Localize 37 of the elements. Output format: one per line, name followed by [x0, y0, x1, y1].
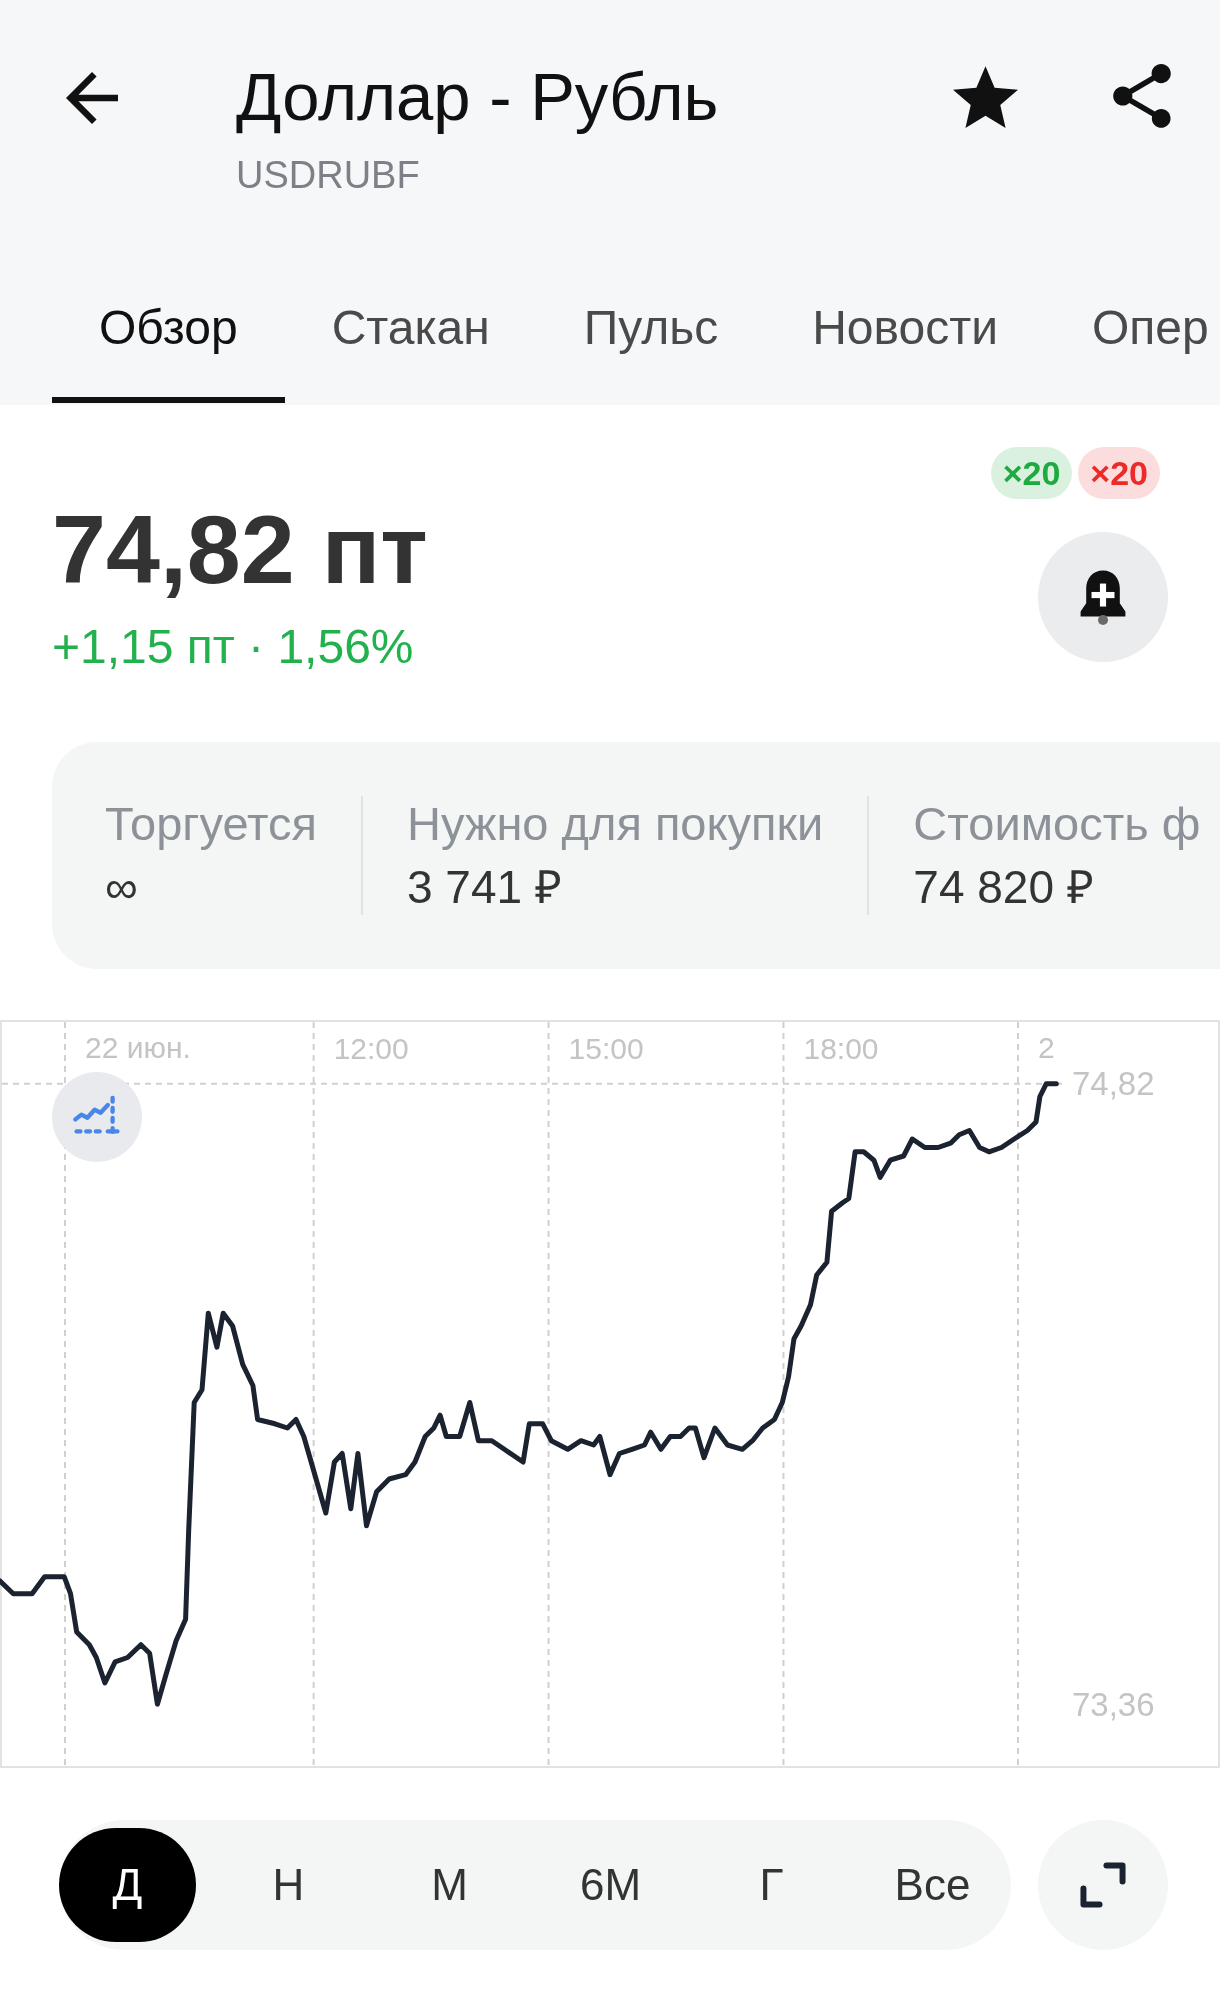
price-label: 74,82: [1072, 1065, 1155, 1103]
share-icon: [1113, 64, 1171, 128]
ticker-label: USDRUBF: [236, 153, 421, 197]
price-label: 73,36: [1072, 1685, 1155, 1723]
favorite-button[interactable]: [953, 66, 1018, 128]
period-tab[interactable]: 6М: [542, 1828, 679, 1942]
tab[interactable]: Обзор: [52, 300, 285, 403]
price-value: 74,82 пт: [52, 501, 428, 598]
expand-icon: [1080, 1862, 1126, 1908]
time-label: 18:00: [803, 1031, 879, 1065]
period-tab[interactable]: Д: [59, 1828, 196, 1942]
info-value: 3 741 ₽: [406, 861, 563, 913]
tab[interactable]: Стакан: [284, 300, 537, 403]
period-tab[interactable]: Н: [220, 1828, 357, 1942]
tab[interactable]: Пульс: [536, 300, 766, 403]
leverage-badge: ×20: [990, 447, 1073, 499]
leverage-badge: ×20: [1078, 447, 1160, 499]
star-icon: [953, 66, 1018, 128]
tab[interactable]: Опер: [1045, 300, 1220, 403]
time-label: 12:00: [333, 1031, 409, 1065]
date-label: 22 июн.: [85, 1030, 191, 1066]
info-label: Торгуется: [105, 798, 317, 850]
period-tab[interactable]: М: [381, 1828, 518, 1942]
info-value: ∞: [105, 861, 139, 913]
page-title: Доллар - Рубль: [236, 60, 719, 134]
share-button[interactable]: [1113, 64, 1171, 128]
info-value: 74 820 ₽: [913, 861, 1095, 913]
period-tab[interactable]: Все: [864, 1828, 1001, 1942]
time-label: 2: [1038, 1030, 1055, 1066]
info-label: Нужно для покупки: [406, 798, 824, 850]
back-arrow-icon: [66, 72, 118, 124]
time-label: 15:00: [568, 1031, 644, 1065]
info-label: Стоимость ф: [913, 798, 1201, 850]
period-tab[interactable]: Г: [703, 1828, 840, 1942]
back-button[interactable]: [66, 72, 118, 124]
price-change: +1,15 пт · 1,56%: [52, 620, 415, 674]
tab[interactable]: Новости: [765, 300, 1045, 403]
